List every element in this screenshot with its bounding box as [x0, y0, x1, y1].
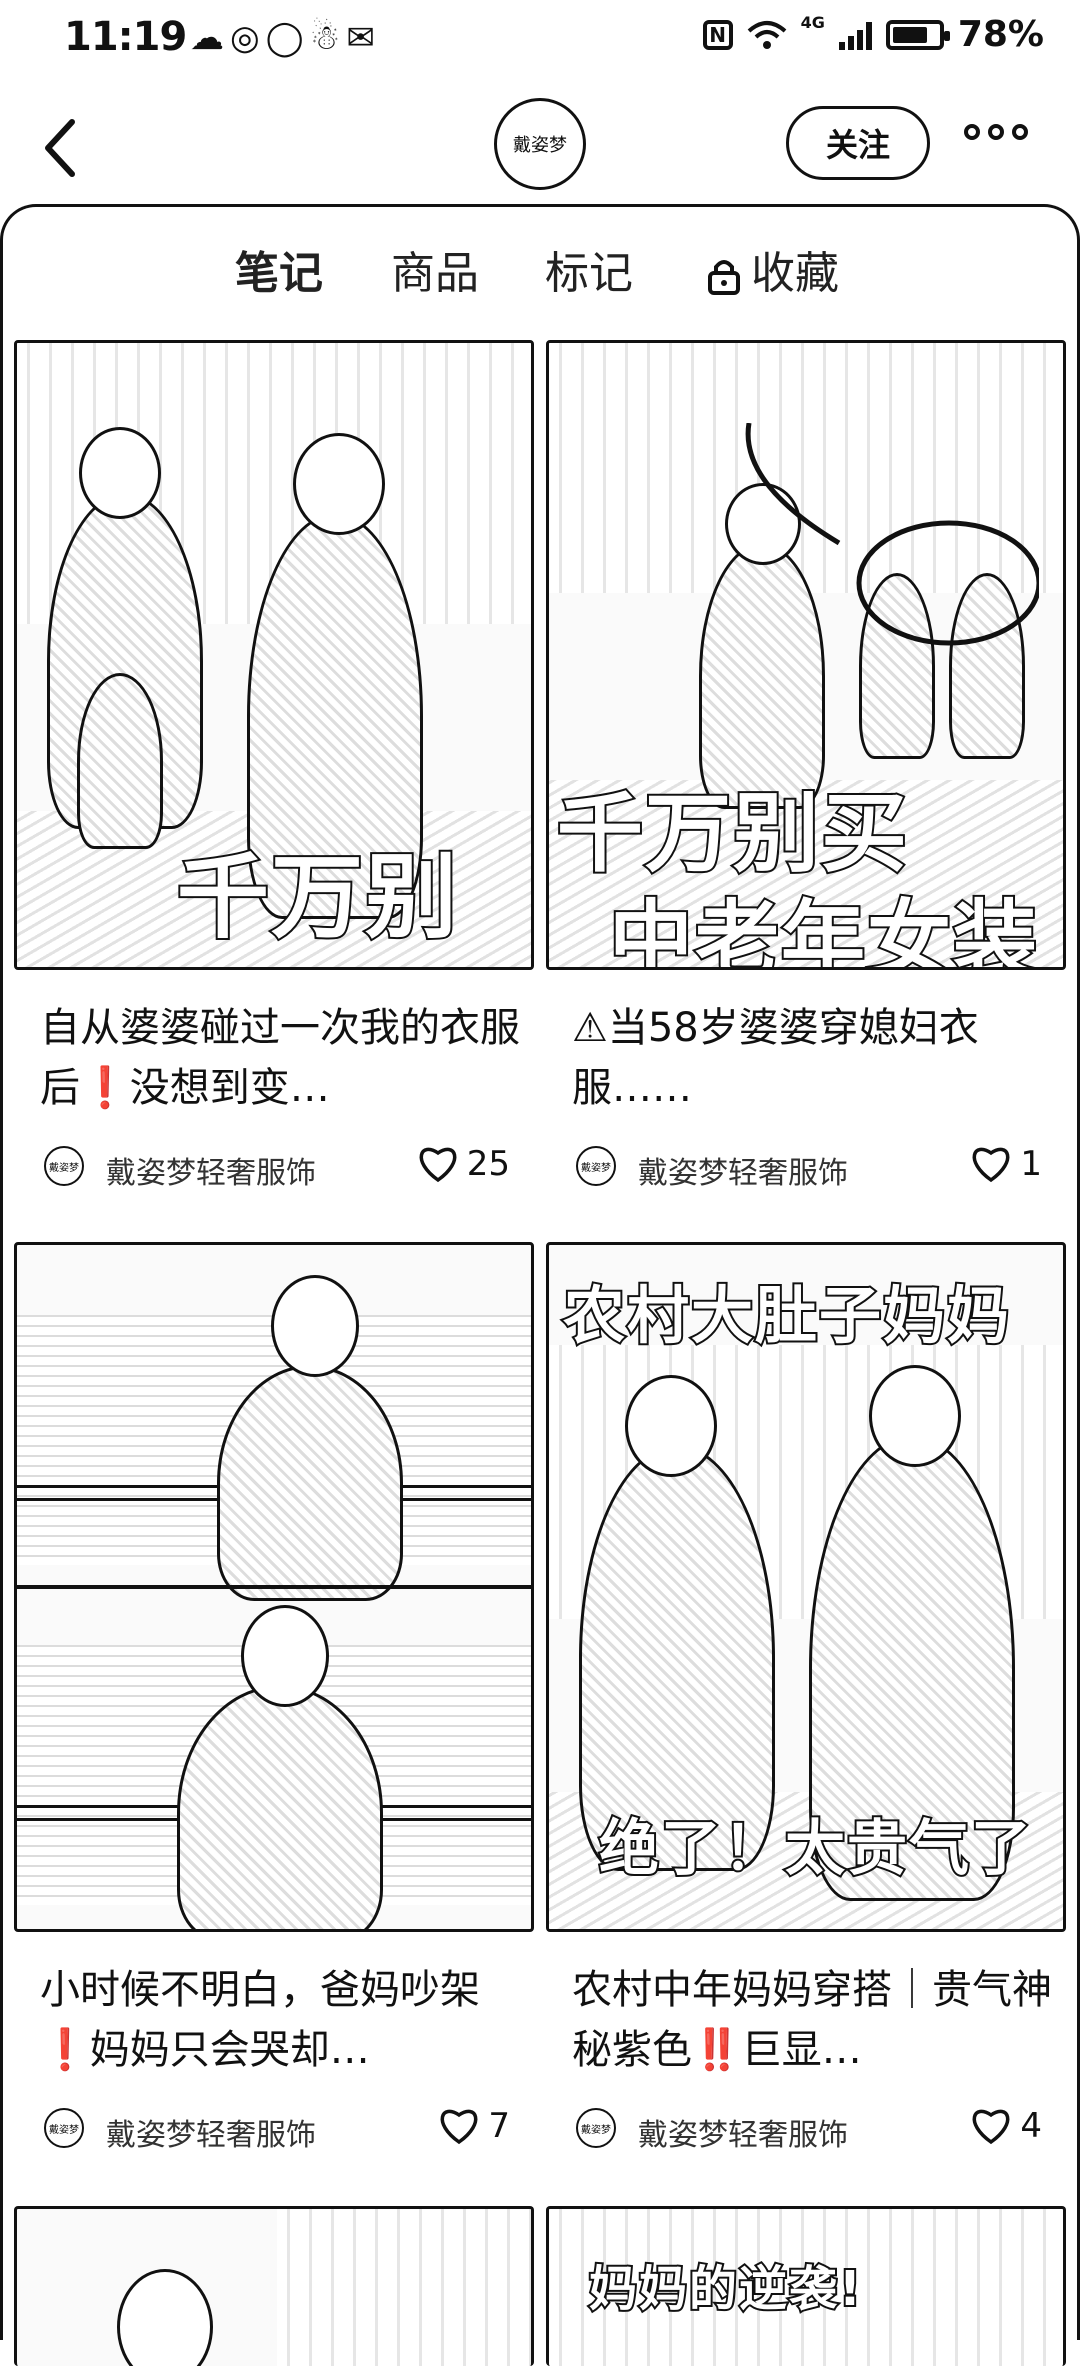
- author-avatar[interactable]: 戴姿梦: [44, 1146, 84, 1186]
- author-avatar[interactable]: 戴姿梦: [576, 1146, 616, 1186]
- author-name[interactable]: 戴姿梦轻奢服饰: [106, 2110, 316, 2154]
- post-title: 自从婆婆碰过一次我的衣服后❗没想到变…: [40, 1005, 520, 1111]
- post-overlay-text: 千万别买: [555, 782, 909, 886]
- post-image[interactable]: 妈妈的逆袭!: [546, 2206, 1066, 2366]
- author-name[interactable]: 戴姿梦轻奢服饰: [638, 1148, 848, 1192]
- dot-icon: [988, 124, 1004, 140]
- dot-icon: [964, 124, 980, 140]
- post-overlay-subtext: 中老年女装: [607, 889, 1040, 970]
- post-meta: 戴姿梦 戴姿梦轻奢服饰 7: [14, 2096, 534, 2156]
- like-button[interactable]: 7: [438, 2106, 510, 2146]
- post-title: 小时候不明白，爸妈吵架❗妈妈只会哭却…: [40, 1967, 480, 2073]
- author-avatar[interactable]: 戴姿梦: [44, 2108, 84, 2148]
- post-card[interactable]: 千万别买 中老年女装 ⚠当58岁婆婆穿媳妇衣服…… 戴姿梦 戴姿梦轻奢服饰 1: [546, 340, 1066, 1194]
- post-image[interactable]: 农村大肚子妈妈 绝了！太贵气了: [546, 1242, 1066, 1932]
- more-options-button[interactable]: [964, 124, 1028, 140]
- tab-favorites-label: 收藏: [751, 248, 839, 299]
- tab-products[interactable]: 商品: [391, 237, 479, 301]
- notification-icons: ☁◎◯☃✉: [190, 18, 381, 58]
- heart-icon: [972, 2109, 1010, 2145]
- like-count: 1: [1020, 1144, 1042, 1184]
- chevron-left-icon: [45, 119, 75, 177]
- post-image[interactable]: [14, 1242, 534, 1932]
- battery-icon: [885, 19, 950, 50]
- post-meta: 戴姿梦 戴姿梦轻奢服饰 25: [14, 1134, 534, 1194]
- author-name[interactable]: 戴姿梦轻奢服饰: [638, 2110, 848, 2154]
- post-card[interactable]: [14, 2206, 534, 2366]
- back-button[interactable]: [40, 108, 100, 188]
- author-avatar[interactable]: 戴姿梦: [576, 2108, 616, 2148]
- like-count: 25: [466, 1144, 510, 1184]
- like-button[interactable]: 1: [970, 1144, 1042, 1184]
- battery-percent: 78%: [957, 14, 1044, 55]
- dot-icon: [1012, 124, 1028, 140]
- post-title: ⚠当58岁婆婆穿媳妇衣服……: [572, 1005, 979, 1111]
- post-overlay-text: 农村大肚子妈妈: [561, 1277, 1012, 1354]
- arrow-annotation: [745, 423, 1039, 646]
- like-count: 4: [1020, 2106, 1042, 2146]
- signal-icon: [838, 20, 872, 50]
- status-time: 11:19: [64, 14, 187, 60]
- post-meta: 戴姿梦 戴姿梦轻奢服饰 4: [546, 2096, 1066, 2156]
- profile-header: 戴姿梦 关注: [0, 80, 1080, 210]
- status-bar: 11:19 ☁◎◯☃✉ N 4G 78%: [0, 0, 1080, 80]
- nfc-icon: N: [702, 19, 733, 50]
- post-card[interactable]: 小时候不明白，爸妈吵架❗妈妈只会哭却… 戴姿梦 戴姿梦轻奢服饰 7: [14, 1242, 534, 2156]
- like-count: 7: [488, 2106, 510, 2146]
- post-card[interactable]: 农村大肚子妈妈 绝了！太贵气了 农村中年妈妈穿搭｜贵气神秘紫色‼️巨显… 戴姿梦…: [546, 1242, 1066, 2156]
- like-button[interactable]: 25: [417, 1144, 510, 1184]
- wifi-icon: [747, 20, 786, 49]
- avatar[interactable]: 戴姿梦: [494, 98, 586, 190]
- author-name[interactable]: 戴姿梦轻奢服饰: [106, 1148, 316, 1192]
- post-meta: 戴姿梦 戴姿梦轻奢服饰 1: [546, 1134, 1066, 1194]
- heart-icon: [440, 2109, 478, 2145]
- avatar-label: 戴姿梦: [513, 135, 567, 156]
- post-image[interactable]: 千万别买: [14, 340, 534, 970]
- post-overlay-subtext: 绝了！太贵气了: [597, 1812, 1033, 1886]
- status-right: N 4G 78%: [702, 13, 1044, 55]
- heart-icon: [972, 1147, 1010, 1183]
- post-card[interactable]: 妈妈的逆袭!: [546, 2206, 1066, 2366]
- post-image[interactable]: [14, 2206, 534, 2366]
- like-button[interactable]: 4: [970, 2106, 1042, 2146]
- tab-marks[interactable]: 标记: [545, 237, 633, 301]
- lock-icon: [708, 260, 740, 295]
- post-title: 农村中年妈妈穿搭｜贵气神秘紫色‼️巨显…: [572, 1967, 1052, 2073]
- post-overlay-text: 千万别买: [175, 842, 460, 953]
- tab-favorites[interactable]: 收藏: [707, 237, 839, 301]
- network-type: 4G: [800, 13, 825, 32]
- heart-icon: [419, 1147, 457, 1183]
- tab-bar: 笔记 商品 标记 收藏: [3, 237, 1080, 347]
- follow-button[interactable]: 关注: [786, 106, 930, 180]
- post-overlay-text: 妈妈的逆袭!: [587, 2259, 863, 2319]
- tab-notes[interactable]: 笔记: [235, 237, 323, 301]
- post-card[interactable]: 千万别买 自从婆婆碰过一次我的衣服后❗没想到变… 戴姿梦 戴姿梦轻奢服饰 25: [14, 340, 534, 1194]
- post-image[interactable]: 千万别买 中老年女装: [546, 340, 1066, 970]
